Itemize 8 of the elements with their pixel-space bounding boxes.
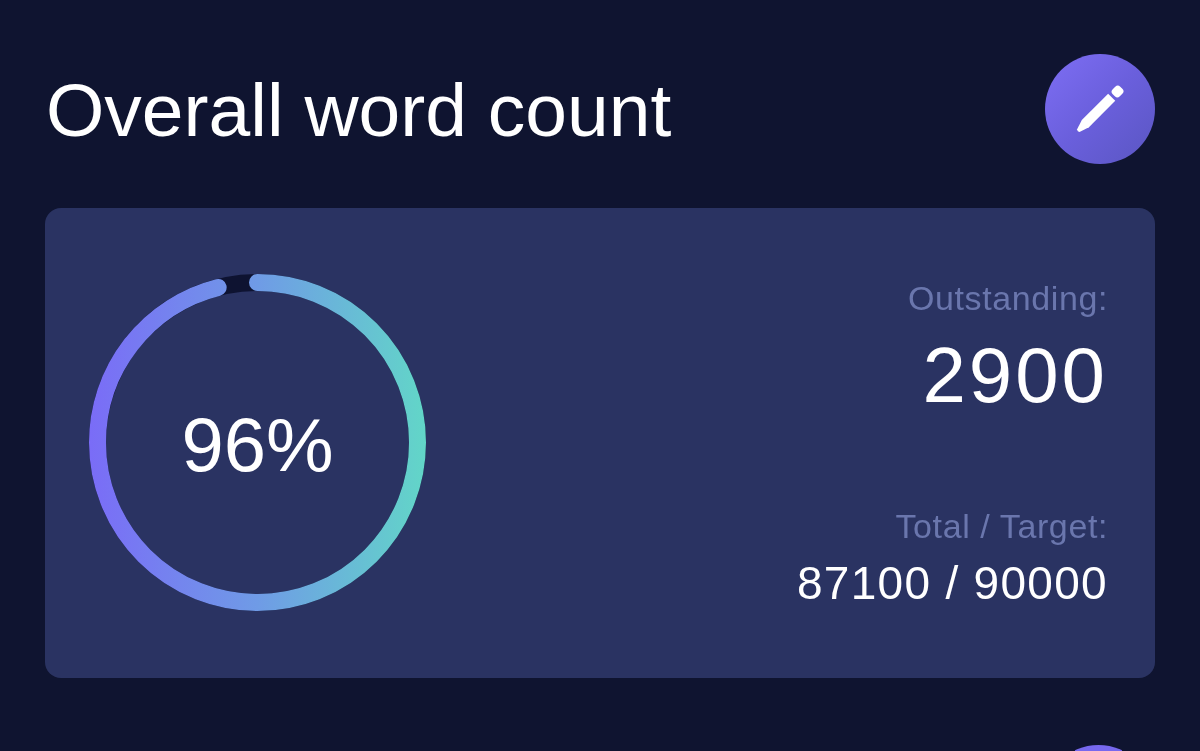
stat-value: 2900 xyxy=(922,332,1108,419)
page-title: Overall word count xyxy=(46,73,672,148)
stat-label: Total / Target: xyxy=(895,505,1108,547)
round-button[interactable] xyxy=(1075,745,1122,751)
stat-value: 87100 / 90000 xyxy=(796,558,1108,609)
stat-label: Outstanding: xyxy=(908,278,1108,319)
percent-label: 96% xyxy=(181,406,334,482)
pencil-icon xyxy=(1074,83,1126,135)
